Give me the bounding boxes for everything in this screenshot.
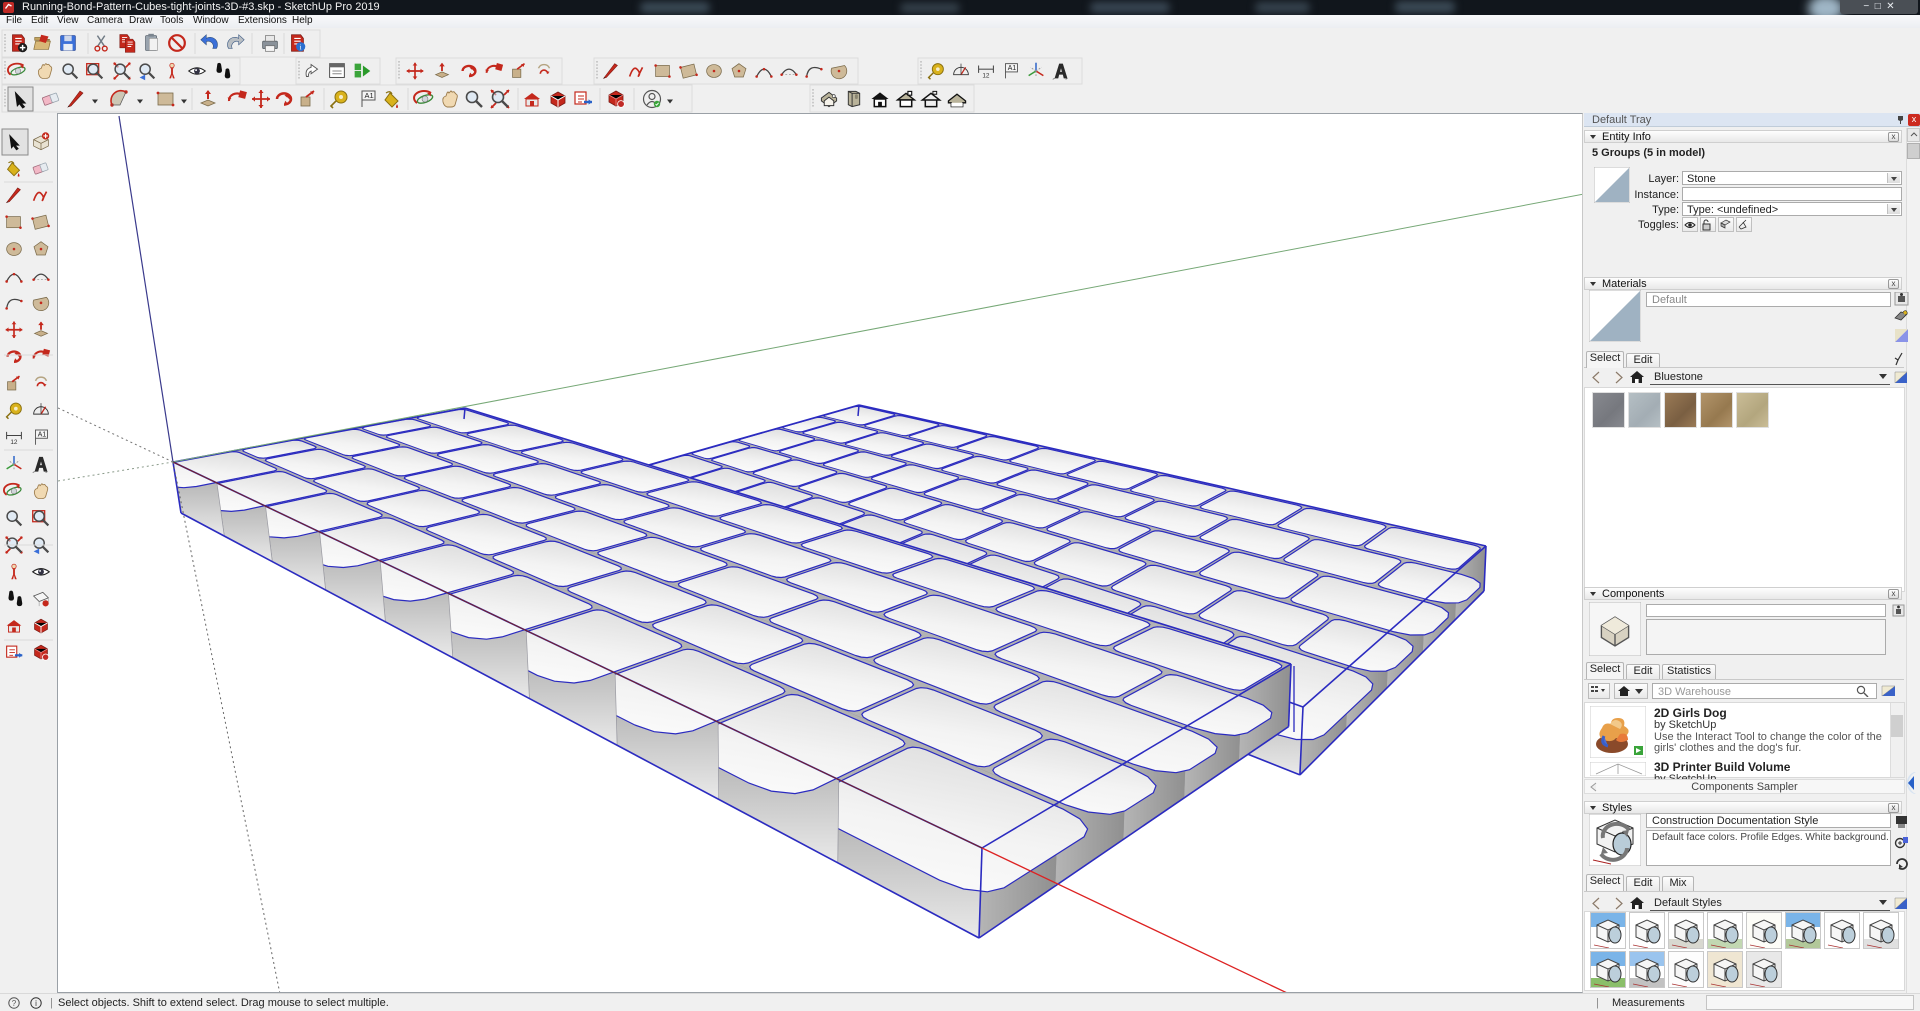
svg-text:A1: A1 — [1008, 65, 1017, 72]
svg-text:i: i — [35, 999, 37, 1008]
svg-text:12: 12 — [982, 72, 990, 79]
svg-text:A1: A1 — [38, 431, 47, 438]
svg-text:12: 12 — [10, 439, 18, 446]
svg-text:i: i — [300, 42, 302, 51]
svg-text:?: ? — [12, 999, 17, 1008]
svg-text:A1: A1 — [365, 91, 374, 100]
